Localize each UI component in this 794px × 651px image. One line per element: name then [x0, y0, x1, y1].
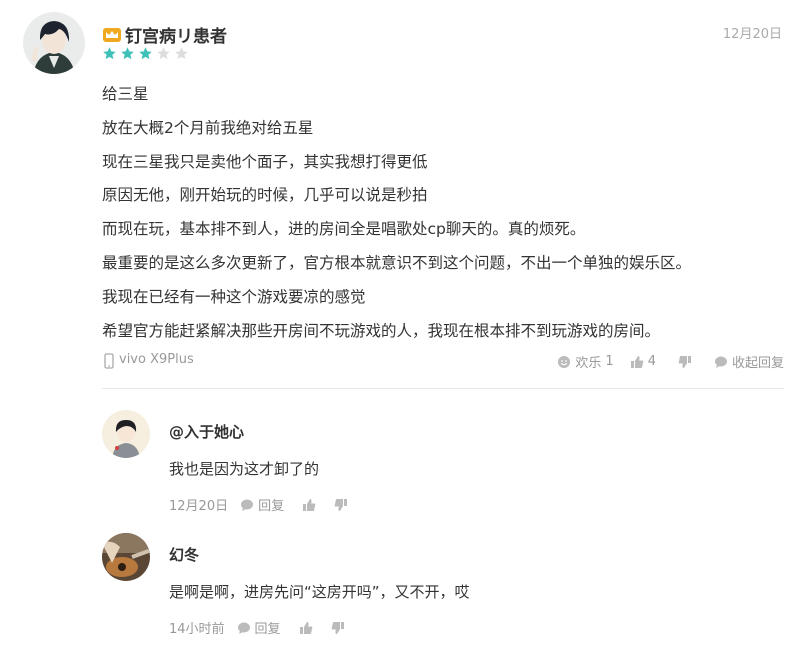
review-date: 12月20日 — [722, 27, 782, 42]
review-line: 希望官方能赶紧解决那些开房间不玩游戏的人，我现在根本排不到玩游戏的房间。 — [102, 321, 661, 340]
device-info: vivo X9Plus — [102, 352, 194, 369]
thumbs-up-button[interactable] — [299, 621, 313, 635]
review-line: 我现在已经有一种这个游戏要凉的感觉 — [102, 287, 366, 306]
collapse-replies-label: 收起回复 — [731, 356, 784, 371]
reply-text: 是啊是啊，进房先问“这房开吗”，又不开，哎 — [169, 583, 470, 601]
thumbs-up-button[interactable]: 4 — [630, 354, 656, 369]
review-footer: vivo X9Plus 欢乐 1 4 收起回复 — [102, 352, 784, 374]
reviewer-avatar[interactable] — [23, 12, 85, 74]
comment-icon — [714, 355, 728, 369]
comment-icon — [240, 498, 254, 512]
device-label: vivo X9Plus — [119, 352, 194, 367]
star-empty-icon — [175, 47, 188, 60]
reply-time: 12月20日 — [169, 499, 229, 514]
star-rating — [102, 46, 189, 61]
reviewer-name[interactable]: 钉宫病リ患者 — [102, 22, 227, 47]
review-line: 现在三星我只是卖他个面子，其实我想打得更低 — [102, 152, 428, 171]
review-line: 放在大概2个月前我绝对给五星 — [102, 118, 314, 137]
reply-time: 14小时前 — [169, 622, 225, 637]
thumbs-down-button[interactable] — [331, 621, 345, 635]
divider — [102, 388, 784, 389]
reply-button[interactable]: 回复 — [237, 618, 281, 637]
star-filled-icon — [139, 47, 152, 60]
reply-meta: 12月20日 回复 — [169, 495, 366, 514]
review-body: 给三星放在大概2个月前我绝对给五星现在三星我只是卖他个面子，其实我想打得更低 原因… — [102, 78, 782, 348]
funny-button[interactable]: 欢乐 1 — [557, 352, 614, 371]
reply-meta: 14小时前 回复 — [169, 618, 363, 637]
thumbs-up-icon — [630, 355, 644, 369]
reply-button[interactable]: 回复 — [240, 495, 284, 514]
review-actions: 欢乐 1 4 收起回复 — [557, 352, 784, 371]
thumbs-up-button[interactable] — [302, 498, 316, 512]
comment-icon — [237, 621, 251, 635]
thumbs-down-button[interactable] — [334, 498, 348, 512]
phone-icon — [102, 352, 116, 369]
reply-avatar[interactable] — [102, 410, 150, 458]
reply-avatar[interactable] — [102, 533, 150, 581]
reply-username[interactable]: @入于她心 — [169, 421, 244, 442]
thumbs-down-icon — [678, 355, 692, 369]
funny-label: 欢乐 — [575, 356, 602, 371]
reply-text: 我也是因为这才卸了的 — [169, 460, 320, 478]
thumbs-up-count: 4 — [647, 354, 656, 369]
star-empty-icon — [157, 47, 170, 60]
star-filled-icon — [121, 47, 134, 60]
thumbs-up-icon — [299, 621, 313, 635]
reviewer-name-label: 钉宫病リ患者 — [125, 27, 227, 47]
review-line: 而现在玩，基本排不到人，进的房间全是唱歌处cp聊天的。真的烦死。 — [102, 220, 586, 239]
thumbs-down-icon — [331, 621, 345, 635]
star-filled-icon — [103, 47, 116, 60]
review-line: 给三星 — [102, 85, 149, 103]
thumbs-up-icon — [302, 498, 316, 512]
review-line: 原因无他，刚开始玩的时候，几乎可以说是秒拍 — [102, 186, 428, 205]
smiley-icon — [557, 355, 571, 369]
funny-count: 1 — [605, 354, 614, 369]
reply-button-label: 回复 — [254, 622, 281, 637]
reply-button-label: 回复 — [258, 499, 285, 514]
thumbs-down-button[interactable] — [678, 355, 692, 369]
reply-username[interactable]: 幻冬 — [169, 544, 199, 565]
crown-badge-icon — [102, 27, 122, 43]
collapse-replies-button[interactable]: 收起回复 — [714, 352, 784, 371]
thumbs-down-icon — [334, 498, 348, 512]
review-line: 最重要的是这么多次更新了，官方根本就意识不到这个问题，不出一个单独的娱乐区。 — [102, 253, 692, 272]
